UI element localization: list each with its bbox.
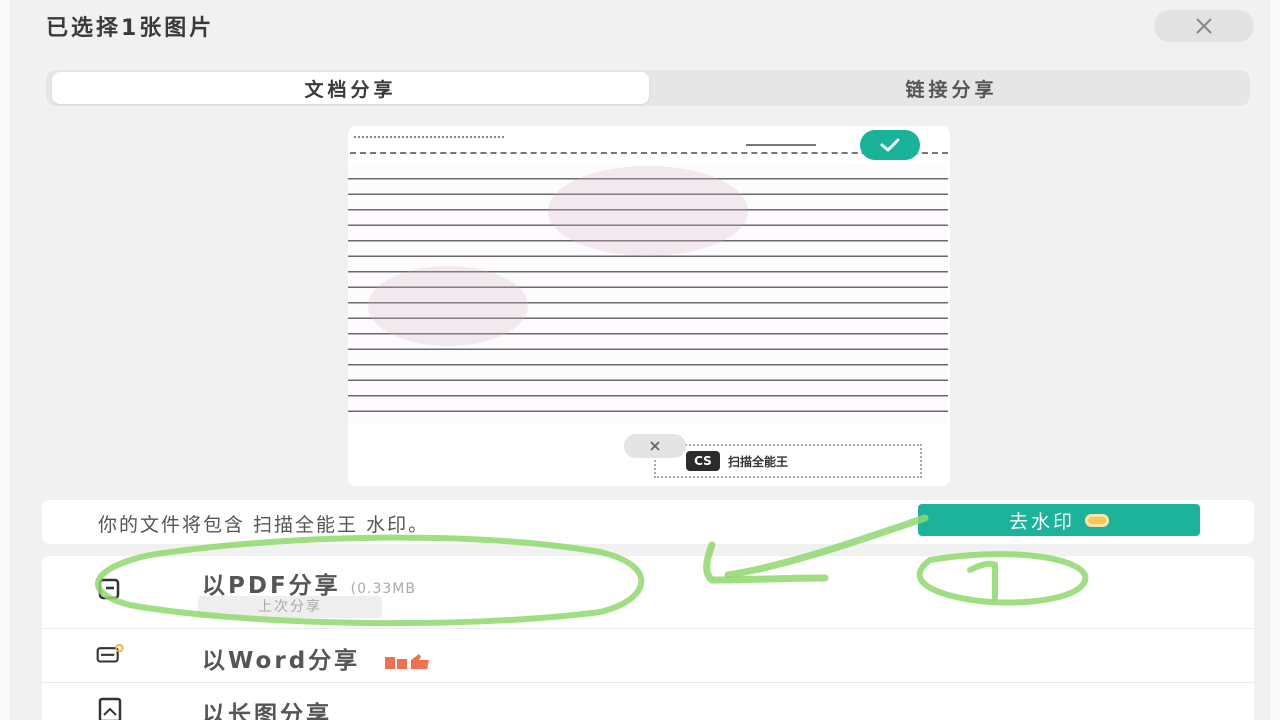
remove-watermark-button[interactable]: 去水印 xyxy=(918,504,1200,536)
share-as-long-image-label: 以长图分享 xyxy=(202,702,332,720)
watermark-text: 扫描全能王 xyxy=(728,454,789,469)
watermark-close-button[interactable] xyxy=(624,434,686,458)
doc-dashed-line xyxy=(350,152,948,154)
tab-document-share[interactable]: 文档分享 xyxy=(52,72,649,104)
watermark-logo: CS xyxy=(686,451,720,471)
close-button[interactable] xyxy=(1154,10,1254,42)
paper-smudge xyxy=(368,266,528,346)
watermark-notice-text: 你的文件将包含 扫描全能王 水印。 xyxy=(98,514,430,536)
close-icon xyxy=(1196,18,1212,34)
paper-smudge xyxy=(548,166,748,256)
close-icon xyxy=(650,441,660,451)
pdf-icon xyxy=(98,578,120,600)
share-as-pdf-option[interactable]: 以PDF分享 (0.33MB 上次分享 xyxy=(42,556,1254,626)
thumbs-up-icon xyxy=(385,653,430,669)
watermark-box: CS 扫描全能王 xyxy=(654,444,922,478)
last-shared-tag: 上次分享 xyxy=(198,596,382,618)
option-label: 以Word分享 xyxy=(202,648,361,674)
share-as-word-label: 以Word分享 xyxy=(202,641,441,675)
remove-watermark-label: 去水印 xyxy=(1008,510,1075,533)
tab-link-share[interactable]: 链接分享 xyxy=(653,70,1250,106)
watermark-notice: 你的文件将包含 扫描全能王 水印。 去水印 xyxy=(42,500,1254,544)
doc-header xyxy=(354,136,504,138)
doc-header-line xyxy=(354,136,504,138)
coin-icon xyxy=(1085,513,1109,527)
page-title: 已选择1张图片 xyxy=(46,16,215,41)
share-as-pdf-label: 以PDF分享 (0.33MB xyxy=(202,566,416,600)
file-size: (0.33MB xyxy=(350,581,416,597)
word-icon xyxy=(96,644,124,663)
doc-header-right xyxy=(746,138,816,146)
share-tabs: 文档分享 链接分享 xyxy=(46,70,1250,106)
share-options: 以PDF分享 (0.33MB 上次分享 以Word分享 以长图分享 xyxy=(42,556,1254,720)
share-as-word-option[interactable]: 以Word分享 xyxy=(42,628,1254,681)
edge-left xyxy=(0,0,10,720)
check-icon xyxy=(880,138,900,152)
share-as-long-image-option[interactable]: 以长图分享 xyxy=(42,682,1254,720)
share-sheet: 已选择1张图片 文档分享 链接分享 CS 扫描全能王 你的文件将包含 扫描全能王… xyxy=(0,0,1280,720)
long-image-icon xyxy=(98,697,122,720)
selected-badge[interactable] xyxy=(860,130,920,160)
document-preview[interactable]: CS 扫描全能王 xyxy=(348,126,950,486)
edge-right xyxy=(1270,0,1280,720)
